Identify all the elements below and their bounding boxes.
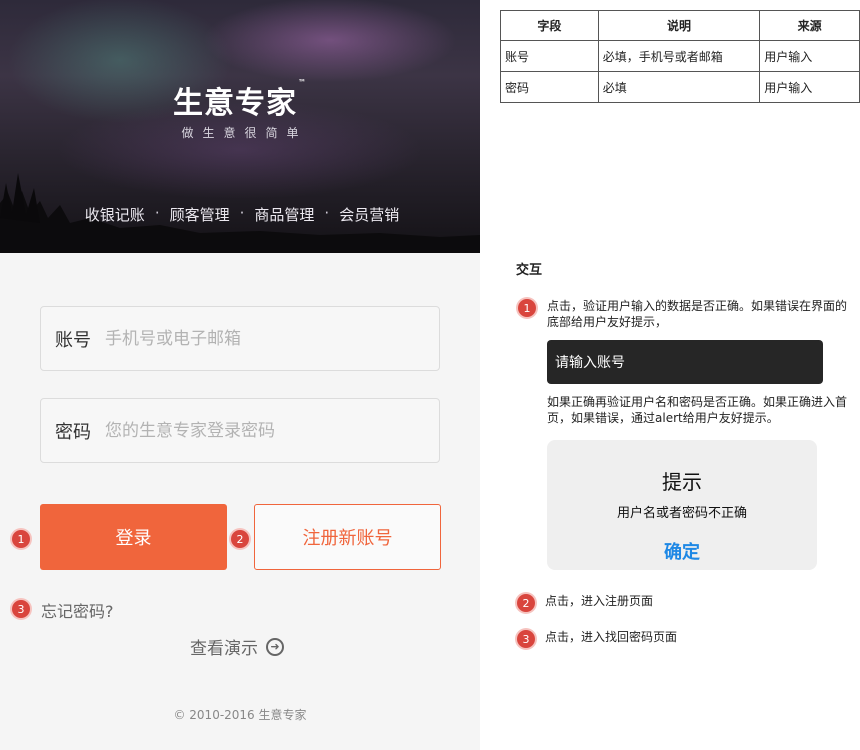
password-field[interactable]: 密码 <box>40 398 440 463</box>
register-button[interactable]: 注册新账号 <box>254 504 441 570</box>
alert-dialog-message: 用户名或者密码不正确 <box>616 506 747 521</box>
feature-list: 收银记账 · 顾客管理 · 商品管理 · 会员营销 <box>0 204 480 225</box>
password-input[interactable] <box>105 420 425 441</box>
annotation-marker-1: 1 <box>12 530 30 548</box>
feature-item: 商品管理 <box>254 206 315 224</box>
table-cell: 用户输入 <box>759 71 860 103</box>
feature-separator: · <box>324 204 330 222</box>
error-toast: 请输入账号 <box>547 340 823 384</box>
interaction-note-1: 点击，验证用户输入的数据是否正确。如果错误在界面的底部给用户友好提示， <box>547 299 848 329</box>
field-spec-table: 字段 说明 来源 账号 必填，手机号或者邮箱 用户输入 密码 必填 用户输入 <box>500 10 860 103</box>
table-header: 来源 <box>759 10 860 41</box>
feature-separator: · <box>154 204 160 222</box>
alert-dialog: 提示 用户名或者密码不正确 确定 <box>547 440 817 570</box>
feature-item: 会员营销 <box>339 206 400 224</box>
feature-item: 顾客管理 <box>169 206 230 224</box>
forgot-password-link[interactable]: 忘记密码? <box>41 598 114 622</box>
account-input[interactable] <box>105 328 425 349</box>
alert-dialog-title: 提示 <box>662 470 702 494</box>
table-cell: 密码 <box>500 71 599 103</box>
feature-item: 收银记账 <box>84 206 145 224</box>
password-label: 密码 <box>55 421 91 443</box>
annotation-marker-2: 2 <box>517 594 535 612</box>
login-button[interactable]: 登录 <box>40 504 227 570</box>
annotation-marker-3: 3 <box>12 600 30 618</box>
copyright-text: © 2010-2016 生意专家 <box>173 708 307 722</box>
app-logo-text: 生意专家 <box>173 86 297 121</box>
app-logo: 生意专家™ <box>0 78 480 122</box>
interaction-note-3: 点击，进入找回密码页面 <box>545 630 678 644</box>
table-header: 说明 <box>597 10 761 41</box>
table-row: 密码 必填 用户输入 <box>500 71 860 103</box>
app-slogan: 做生意很简单 <box>181 126 308 140</box>
table-cell: 账号 <box>500 40 599 72</box>
account-label: 账号 <box>55 329 91 351</box>
error-toast-text: 请输入账号 <box>555 355 625 371</box>
view-demo-label: 查看演示 <box>190 639 258 659</box>
login-screen: 生意专家™ 做生意很简单 收银记账 · 顾客管理 · 商品管理 · 会员营销 账… <box>0 0 480 750</box>
interaction-note-2: 点击，进入注册页面 <box>545 594 654 608</box>
table-cell: 必填，手机号或者邮箱 <box>597 40 761 72</box>
trademark-mark: ™ <box>298 78 307 87</box>
annotation-marker-1: 1 <box>518 299 536 317</box>
arrow-right-circle-icon: ➜ <box>266 637 284 656</box>
annotation-marker-3: 3 <box>517 630 535 648</box>
interaction-note-1b: 如果正确再验证用户名和密码是否正确。如果正确进入首页，如果错误，通过alert给… <box>547 395 848 425</box>
hero-banner: 生意专家™ 做生意很简单 收银记账 · 顾客管理 · 商品管理 · 会员营销 <box>0 0 480 253</box>
table-header: 字段 <box>500 10 599 41</box>
table-cell: 必填 <box>597 71 761 103</box>
table-cell: 用户输入 <box>759 40 860 72</box>
table-row: 账号 必填，手机号或者邮箱 用户输入 <box>500 40 860 72</box>
account-field[interactable]: 账号 <box>40 306 440 371</box>
annotation-marker-2: 2 <box>231 530 249 548</box>
table-header-row: 字段 说明 来源 <box>500 10 860 41</box>
view-demo-link[interactable]: 查看演示 ➜ <box>190 634 284 659</box>
feature-separator: · <box>239 204 245 222</box>
interaction-section-title: 交互 <box>516 263 543 278</box>
alert-dialog-ok-button[interactable]: 确定 <box>547 538 817 564</box>
